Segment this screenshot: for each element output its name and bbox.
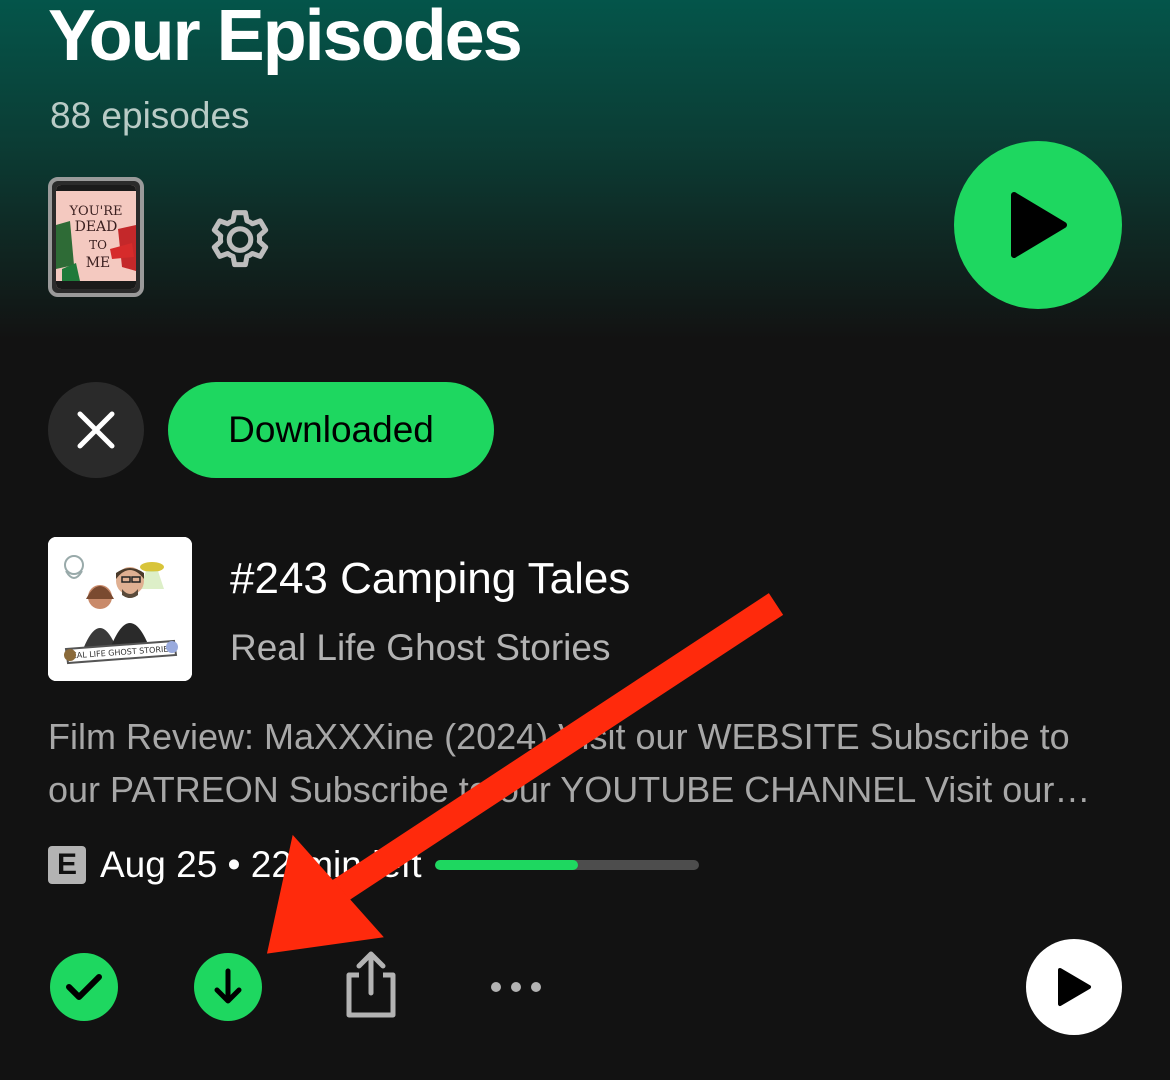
podcast-cover-icon[interactable]: YOU'RE DEAD TO ME bbox=[48, 177, 144, 297]
clear-filter-button[interactable] bbox=[48, 382, 144, 478]
svg-text:TO: TO bbox=[89, 238, 107, 252]
check-icon bbox=[66, 974, 102, 1000]
explicit-badge: E bbox=[48, 846, 86, 884]
episode-date-duration: Aug 25 • 22 min left bbox=[100, 844, 422, 885]
gear-icon[interactable] bbox=[202, 200, 278, 276]
filter-chip-downloaded[interactable]: Downloaded bbox=[168, 382, 494, 478]
more-options-button[interactable] bbox=[480, 972, 552, 1002]
share-button[interactable] bbox=[336, 946, 406, 1022]
svg-text:DEAD: DEAD bbox=[75, 219, 118, 235]
close-icon bbox=[77, 411, 115, 449]
mark-played-button[interactable] bbox=[50, 953, 118, 1021]
episode-description[interactable]: Film Review: MaXXXine (2024) Visit our W… bbox=[48, 710, 1123, 816]
episode-artwork[interactable]: REAL LIFE GHOST STORIES bbox=[48, 537, 192, 681]
episode-title[interactable]: #243 Camping Tales bbox=[230, 553, 630, 605]
play-icon bbox=[1058, 968, 1091, 1006]
episode-count: 88 episodes bbox=[50, 95, 250, 136]
share-icon bbox=[346, 951, 396, 1018]
your-episodes-page: Your Episodes 88 episodes YOU'RE DEAD TO… bbox=[0, 0, 1170, 1080]
download-arrow-icon bbox=[214, 968, 242, 1004]
play-icon bbox=[1011, 192, 1067, 258]
episode-show-name[interactable]: Real Life Ghost Stories bbox=[230, 626, 610, 670]
more-dots-icon bbox=[491, 982, 541, 992]
episode-progress-fill bbox=[435, 860, 579, 870]
download-button[interactable] bbox=[194, 953, 262, 1021]
page-title: Your Episodes bbox=[48, 0, 523, 76]
svg-text:ME: ME bbox=[86, 255, 111, 271]
episode-progress-bar bbox=[435, 860, 700, 870]
episode-meta-row: E Aug 25 • 22 min left bbox=[48, 842, 700, 888]
svg-text:YOU'RE: YOU'RE bbox=[68, 204, 122, 219]
play-all-button[interactable] bbox=[954, 141, 1122, 309]
episode-play-button[interactable] bbox=[1026, 939, 1122, 1035]
